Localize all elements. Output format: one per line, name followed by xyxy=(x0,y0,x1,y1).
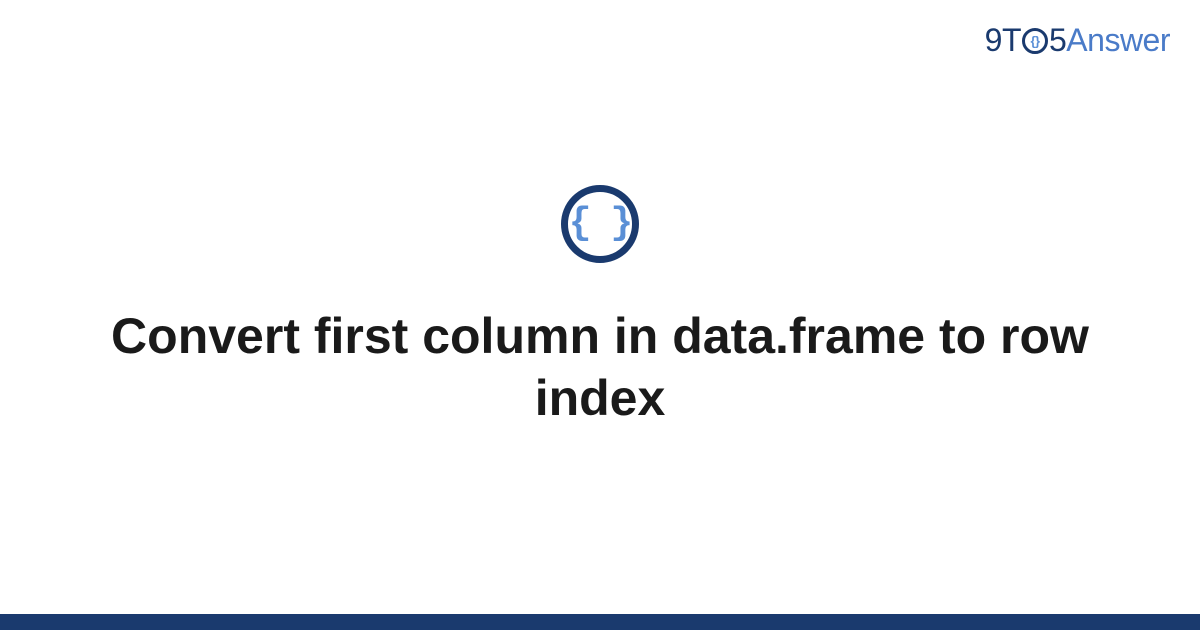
main-content: { } Convert first column in data.frame t… xyxy=(0,0,1200,614)
page-title: Convert first column in data.frame to ro… xyxy=(100,305,1100,430)
footer-accent-bar xyxy=(0,614,1200,630)
braces-glyph: { } xyxy=(569,205,631,243)
code-braces-icon: { } xyxy=(561,185,639,263)
